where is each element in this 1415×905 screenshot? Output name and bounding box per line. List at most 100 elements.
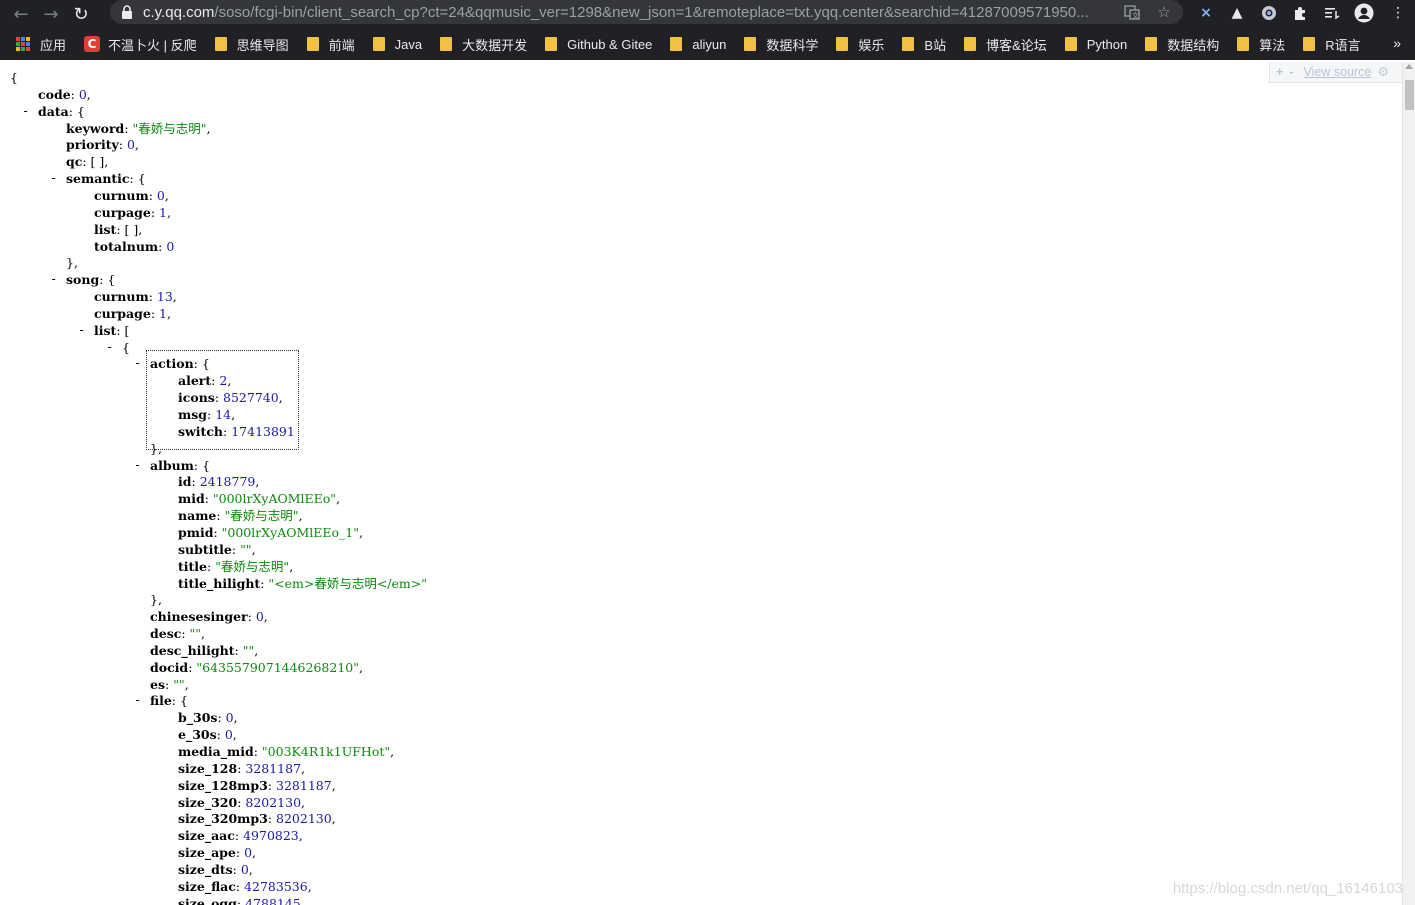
json-key: es bbox=[150, 676, 165, 692]
bookmark-folder[interactable]: Python bbox=[1064, 36, 1128, 52]
collapse-toggle[interactable]: - bbox=[134, 692, 141, 709]
browser-toolbar: ← → ↻ c.y.qq.com/soso/fcgi-bin/client_se… bbox=[0, 0, 1415, 28]
json-colon: : bbox=[150, 305, 160, 321]
bookmark-folder[interactable]: R语言 bbox=[1303, 35, 1361, 54]
json-key: size_flac bbox=[178, 878, 236, 894]
arrow-right-icon[interactable]: → bbox=[36, 0, 66, 28]
bookmark-folder[interactable]: B站 bbox=[902, 35, 946, 54]
json-line: qc: [ ], bbox=[66, 153, 108, 170]
bookmark-folder[interactable]: 娱乐 bbox=[836, 35, 884, 54]
apps-grid-icon bbox=[16, 37, 30, 51]
json-viewer: + - View source ⚙ {code: 0, - data: {keywo… bbox=[0, 62, 1402, 905]
collapse-toggle[interactable]: - bbox=[50, 170, 57, 187]
json-comma: , bbox=[336, 491, 341, 507]
json-key: list bbox=[94, 221, 117, 237]
collapse-toggle[interactable]: - bbox=[78, 322, 85, 339]
json-value: 14 bbox=[215, 407, 232, 422]
bookmark-folder[interactable]: Java bbox=[372, 37, 422, 52]
json-key: code bbox=[38, 86, 71, 102]
vertical-scrollbar[interactable] bbox=[1402, 62, 1415, 905]
json-key: data bbox=[38, 103, 69, 119]
json-line: alert: 2, bbox=[178, 372, 231, 389]
json-value: 0 bbox=[156, 187, 165, 203]
address-bar[interactable]: c.y.qq.com/soso/fcgi-bin/client_search_c… bbox=[110, 0, 1183, 24]
json-value: "6435579071446268210" bbox=[196, 659, 359, 675]
bookmarks-bar: 应用 C 不温卜火 | 反爬 思维导图 前端 Java 大数据开发 Github… bbox=[0, 28, 1415, 60]
bookmark-folder[interactable]: 前端 bbox=[306, 35, 355, 54]
scroll-up-arrow-icon[interactable] bbox=[1405, 64, 1413, 69]
bookmark-folder[interactable]: Github & Gitee bbox=[545, 37, 652, 52]
gear-icon[interactable]: ⚙ bbox=[1377, 64, 1389, 80]
json-value: [ ] bbox=[124, 221, 139, 237]
json-colon: : bbox=[235, 845, 245, 861]
bookmark-csdn[interactable]: C 不温卜火 | 反爬 bbox=[84, 35, 197, 54]
bookmark-folder[interactable]: 数据科学 bbox=[744, 35, 818, 54]
star-icon[interactable]: ☆ bbox=[1155, 3, 1173, 21]
json-key: desc bbox=[150, 626, 182, 642]
extension-triangle-icon[interactable]: ▲ bbox=[1227, 3, 1247, 23]
json-colon: : bbox=[207, 407, 216, 422]
bookmark-apps[interactable]: 应用 bbox=[16, 35, 66, 54]
scrollbar-thumb[interactable] bbox=[1405, 80, 1414, 110]
collapse-toggle[interactable]: - bbox=[134, 457, 141, 474]
json-line: semantic: { bbox=[66, 170, 146, 187]
json-key: e_30s bbox=[178, 727, 217, 743]
bookmark-folder[interactable]: 数据结构 bbox=[1145, 35, 1219, 54]
json-comma: , bbox=[138, 221, 143, 237]
json-colon: : bbox=[70, 86, 79, 102]
bookmark-folder[interactable]: 算法 bbox=[1237, 35, 1285, 54]
profile-avatar-icon[interactable] bbox=[1354, 3, 1374, 23]
json-value: 13 bbox=[156, 289, 173, 305]
json-colon: : bbox=[232, 861, 241, 877]
json-comma: , bbox=[263, 609, 268, 625]
bookmark-label: Python bbox=[1086, 36, 1128, 52]
bookmark-folder[interactable]: aliyun bbox=[670, 37, 726, 52]
arrow-left-icon[interactable]: ← bbox=[6, 0, 36, 28]
translate-icon[interactable]: 文 bbox=[1123, 3, 1141, 21]
reload-icon[interactable]: ↻ bbox=[66, 0, 96, 28]
json-value: "" bbox=[173, 676, 185, 692]
collapse-toggle[interactable]: - bbox=[22, 103, 29, 120]
collapse-toggle[interactable]: - bbox=[106, 339, 113, 356]
json-key: icons bbox=[178, 390, 215, 406]
json-colon: : bbox=[235, 878, 245, 894]
puzzle-icon[interactable] bbox=[1290, 3, 1310, 23]
json-key: file bbox=[150, 693, 172, 709]
lock-icon[interactable] bbox=[121, 5, 133, 19]
json-key: totalnum bbox=[94, 238, 159, 254]
bookmark-label: aliyun bbox=[692, 36, 727, 52]
json-line: switch: 17413891 bbox=[178, 423, 295, 440]
json-comma: , bbox=[251, 541, 256, 557]
bookmark-label: 数据结构 bbox=[1167, 37, 1220, 53]
bookmark-label: 大数据开发 bbox=[462, 37, 528, 53]
bookmark-folder[interactable]: 大数据开发 bbox=[440, 35, 527, 54]
json-key: id bbox=[178, 474, 192, 490]
json-line: size_ogg: 4788145, bbox=[178, 895, 305, 905]
json-comma: , bbox=[307, 878, 312, 894]
expand-all-icon[interactable]: + bbox=[1276, 65, 1283, 79]
json-colon: : bbox=[191, 474, 200, 490]
json-comma: , bbox=[227, 373, 232, 389]
json-comma: , bbox=[255, 474, 260, 490]
bookmark-folder[interactable]: 思维导图 bbox=[214, 35, 289, 54]
url-text[interactable]: c.y.qq.com/soso/fcgi-bin/client_search_c… bbox=[143, 4, 1103, 21]
view-source-link[interactable]: View source bbox=[1303, 65, 1371, 79]
json-key: title_hilight bbox=[178, 575, 261, 591]
kebab-menu-icon[interactable]: ⋮ bbox=[1388, 3, 1408, 23]
json-colon: : bbox=[247, 609, 256, 625]
extension-circle-icon[interactable] bbox=[1259, 3, 1279, 23]
chevron-double-right-icon[interactable]: » bbox=[1393, 35, 1401, 51]
json-key: switch bbox=[178, 423, 224, 439]
collapse-toggle[interactable]: - bbox=[134, 355, 141, 372]
json-value: 8527740 bbox=[223, 390, 279, 406]
json-line: code: 0, bbox=[38, 86, 91, 103]
extension-x-icon[interactable]: × bbox=[1196, 3, 1216, 23]
reading-list-icon[interactable] bbox=[1322, 3, 1342, 23]
collapse-toggle[interactable]: - bbox=[50, 271, 57, 288]
collapse-all-icon[interactable]: - bbox=[1289, 65, 1293, 79]
json-colon: : bbox=[82, 154, 91, 170]
bookmark-folder[interactable]: 博客&论坛 bbox=[964, 35, 1047, 54]
json-bracket: [ bbox=[124, 322, 130, 338]
json-line: size_ape: 0, bbox=[178, 844, 256, 861]
json-comma: , bbox=[298, 828, 303, 844]
